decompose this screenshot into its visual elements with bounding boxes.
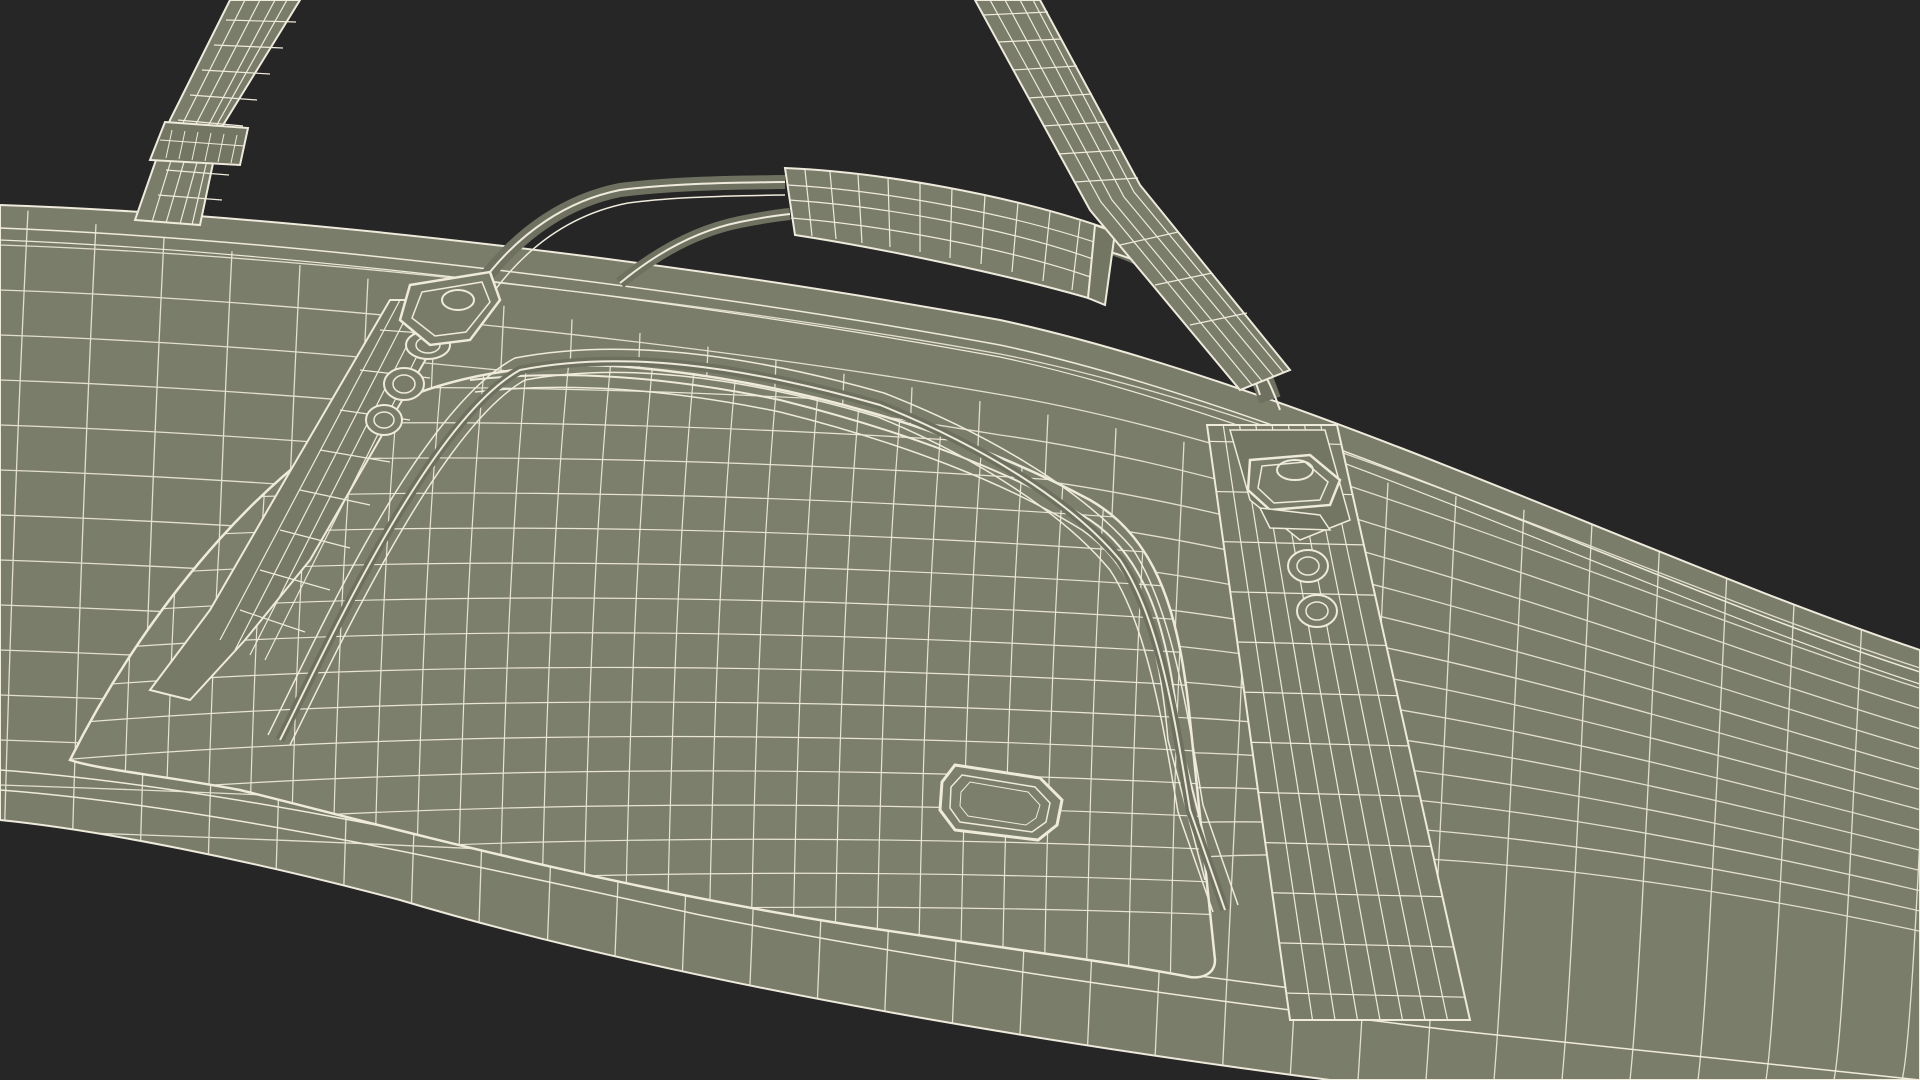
render-viewport	[0, 0, 1920, 1080]
snap-button-left-3	[365, 404, 403, 436]
shoulder-strap-left	[133, 0, 302, 227]
snap-button-right	[1287, 549, 1329, 583]
snap-button-left-2	[383, 367, 425, 401]
handle-grip	[783, 166, 1117, 307]
snap-button-right-2	[1296, 594, 1338, 628]
